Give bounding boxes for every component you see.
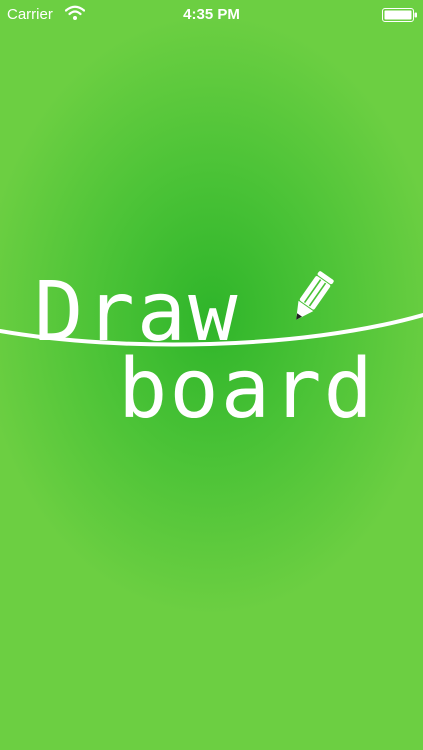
- battery-icon: [382, 8, 417, 22]
- app-logo: Draw board: [0, 265, 423, 437]
- status-bar: Carrier 4:35 PM: [0, 0, 423, 30]
- status-time: 4:35 PM: [183, 6, 240, 23]
- pencil-icon: [296, 271, 334, 320]
- splash-screen: Carrier 4:35 PM Draw board: [0, 0, 423, 750]
- logo-word-board: board: [118, 342, 375, 437]
